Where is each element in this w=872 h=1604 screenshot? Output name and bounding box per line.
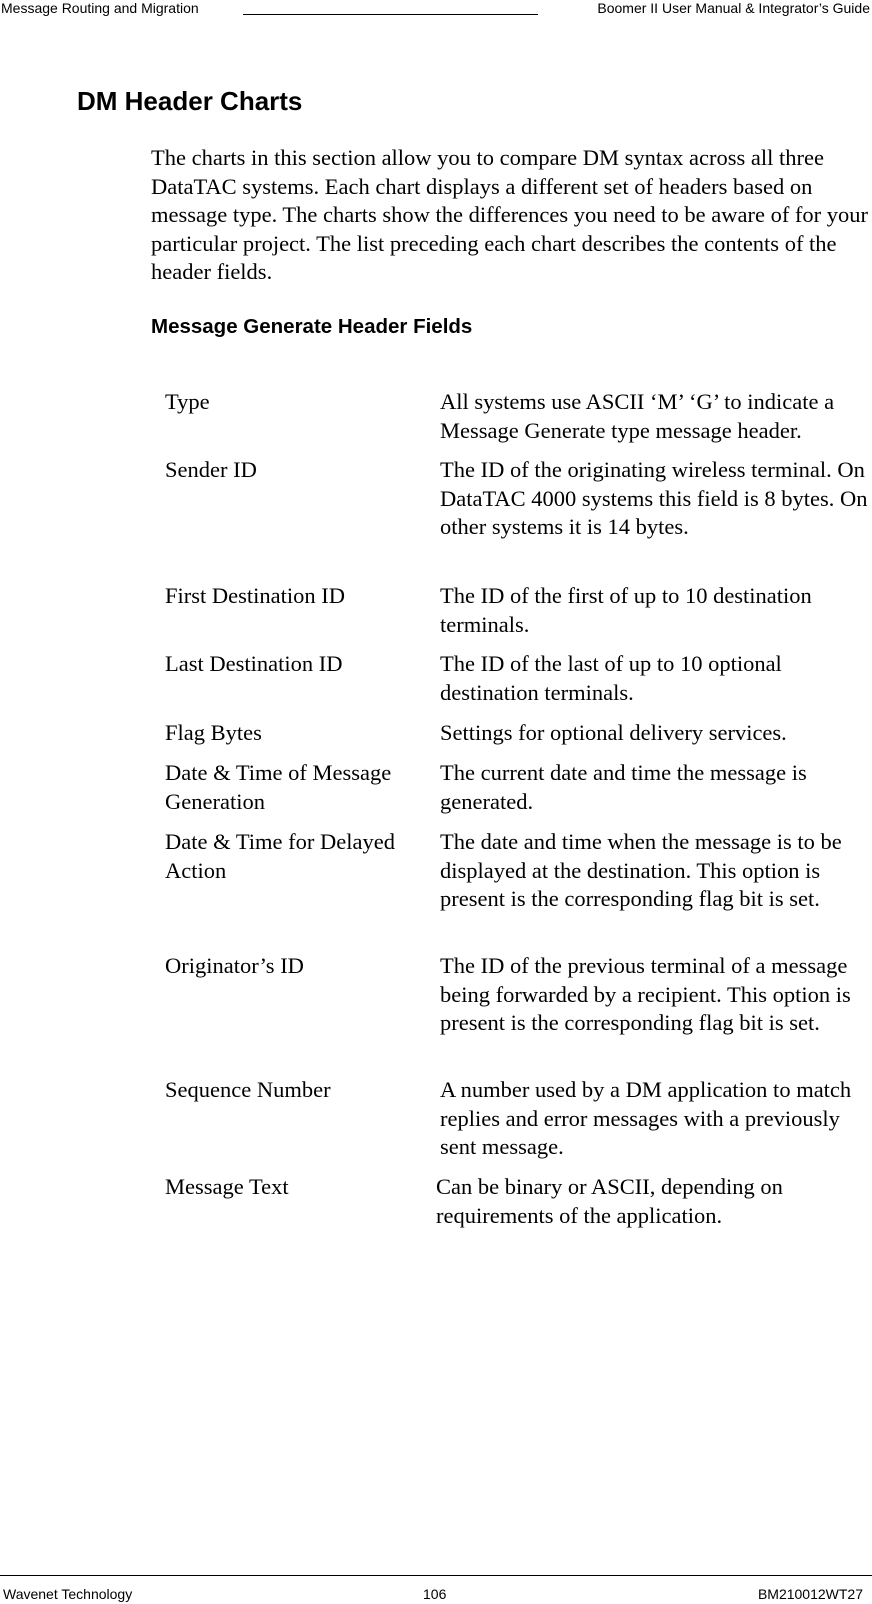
field-term: Sender ID: [165, 457, 257, 482]
field-desc: The ID of the first of up to 10 destinat…: [440, 583, 812, 637]
field-desc: The ID of the previous terminal of a mes…: [440, 953, 851, 1035]
footer-rule: [0, 1575, 872, 1576]
field-desc: The date and time when the message is to…: [440, 829, 842, 911]
field-term: Message Text: [165, 1174, 289, 1199]
header-chapter: Message Routing and Migration: [1, 0, 199, 16]
section-intro: The charts in this section allow you to …: [151, 145, 869, 284]
field-term: Last Destination ID: [165, 651, 343, 676]
header-doc-title: Boomer II User Manual & Integrator’s Gui…: [597, 0, 870, 16]
field-term: Type: [165, 389, 210, 414]
field-term: Flag Bytes: [165, 720, 262, 745]
page-header: Message Routing and Migration Boomer II …: [0, 0, 872, 18]
section-title: DM Header Charts: [77, 86, 303, 116]
field-desc: A number used by a DM application to mat…: [440, 1077, 852, 1159]
field-desc: The ID of the last of up to 10 optional …: [440, 651, 782, 705]
field-desc: Can be binary or ASCII, depending on req…: [436, 1174, 783, 1228]
field-desc: The ID of the originating wireless termi…: [440, 457, 868, 539]
page-number: 106: [423, 1586, 447, 1602]
field-term: Date & Time of Message Generation: [165, 760, 392, 814]
header-rule: [243, 13, 538, 15]
field-term: Originator’s ID: [165, 953, 304, 978]
subsection-title: Message Generate Header Fields: [151, 315, 473, 338]
field-term: Date & Time for Delayed Action: [165, 829, 395, 883]
footer-doc-id: BM210012WT27: [757, 1586, 863, 1602]
footer-company: Wavenet Technology: [3, 1586, 133, 1602]
field-desc: The current date and time the message is…: [440, 760, 807, 814]
field-term: Sequence Number: [165, 1077, 331, 1102]
field-desc: All systems use ASCII ‘M’ ‘G’ to indicat…: [440, 389, 835, 443]
page-footer: Wavenet Technology 106 BM210012WT27: [0, 1566, 872, 1604]
field-term: First Destination ID: [165, 583, 345, 608]
field-desc: Settings for optional delivery services.: [440, 720, 787, 745]
